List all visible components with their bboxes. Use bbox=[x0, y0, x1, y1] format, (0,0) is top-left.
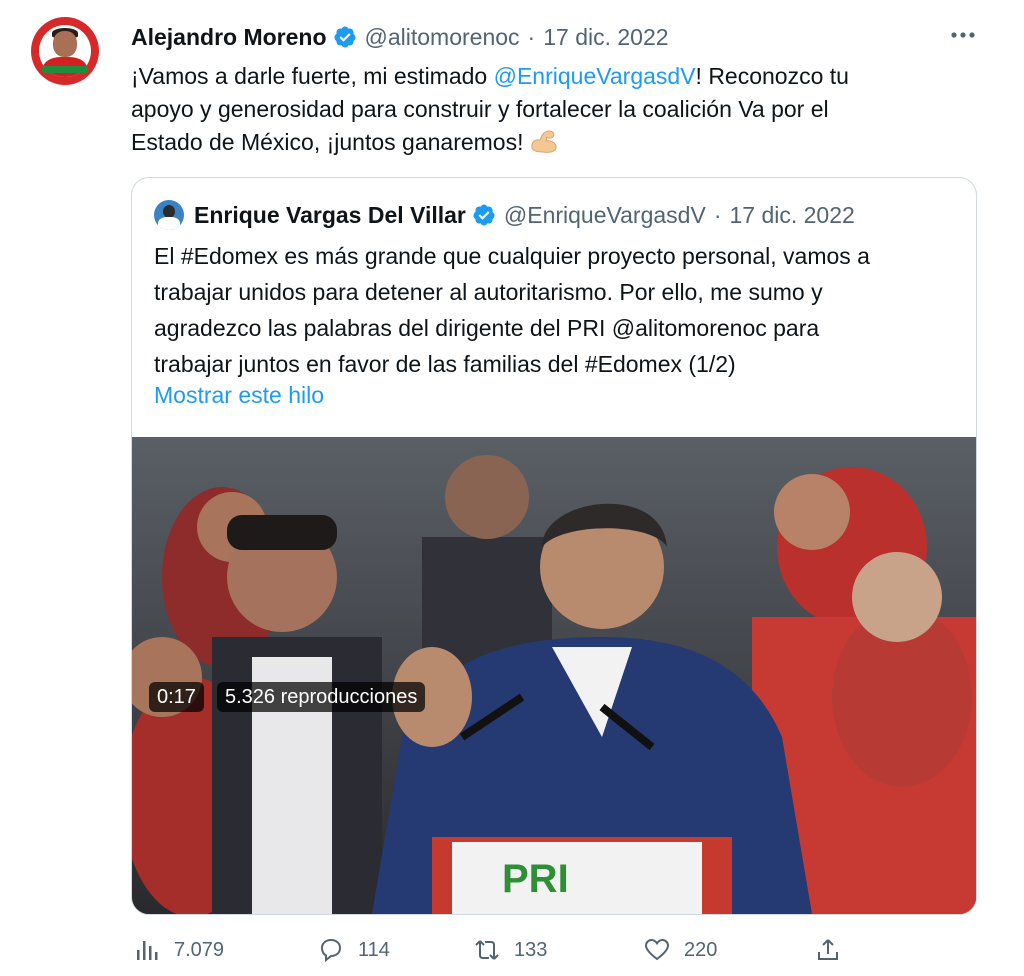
verified-badge-icon bbox=[334, 26, 356, 48]
quoted-text-line: El #Edomex es más grande que cualquier p… bbox=[154, 243, 870, 269]
quoted-tweet-date[interactable]: 17 dic. 2022 bbox=[729, 202, 854, 229]
analytics-icon bbox=[137, 941, 158, 960]
more-icon bbox=[951, 32, 975, 38]
video-player[interactable]: PRI bbox=[132, 437, 976, 914]
show-thread-link[interactable]: Mostrar este hilo bbox=[154, 382, 324, 409]
quoted-tweet-text: El #Edomex es más grande que cualquier p… bbox=[154, 238, 954, 382]
tweet-date[interactable]: 17 dic. 2022 bbox=[543, 24, 668, 51]
views-count: 7.079 bbox=[174, 938, 225, 961]
author-name[interactable]: Alejandro Moreno bbox=[131, 24, 327, 51]
quoted-author-handle[interactable]: @EnriqueVargasdV bbox=[504, 202, 706, 229]
share-icon bbox=[818, 939, 838, 960]
quoted-verified-badge-icon bbox=[473, 204, 495, 226]
tweet-header: Alejandro Moreno @alitomorenoc · 17 dic.… bbox=[131, 22, 669, 52]
reply-count: 114 bbox=[358, 938, 390, 961]
video-thumbnail: PRI bbox=[132, 437, 976, 914]
quoted-text-line: trabajar juntos en favor de las familias… bbox=[154, 351, 736, 377]
mention-link[interactable]: @EnriqueVargasdV bbox=[494, 63, 696, 89]
retweet-icon bbox=[475, 940, 499, 960]
author-avatar[interactable] bbox=[31, 17, 99, 85]
views-button[interactable]: 7.079 bbox=[134, 933, 224, 967]
tweet[interactable]: Alejandro Moreno @alitomorenoc · 17 dic.… bbox=[0, 0, 1024, 976]
tweet-text-line-2: apoyo y generosidad para construir y for… bbox=[131, 96, 829, 122]
quoted-author-name[interactable]: Enrique Vargas Del Villar bbox=[194, 202, 466, 229]
video-views-badge: 5.326 reproducciones bbox=[217, 682, 426, 712]
video-time-badge: 0:17 bbox=[149, 682, 204, 712]
retweet-button[interactable]: 133 bbox=[474, 933, 547, 967]
more-options-button[interactable] bbox=[946, 22, 980, 48]
quoted-header-separator: · bbox=[713, 201, 722, 228]
header-separator: · bbox=[527, 23, 536, 50]
quoted-text-line: agradezco las palabras del dirigente del… bbox=[154, 315, 820, 341]
quoted-tweet-header: Enrique Vargas Del Villar @EnriqueVargas… bbox=[194, 200, 855, 230]
tweet-actions: 7.079 114 133 220 bbox=[0, 933, 1024, 967]
like-button[interactable]: 220 bbox=[644, 933, 717, 967]
heart-icon bbox=[644, 938, 670, 961]
quoted-author-avatar[interactable] bbox=[154, 200, 184, 230]
share-button[interactable] bbox=[815, 933, 841, 967]
like-count: 220 bbox=[684, 938, 718, 961]
tweet-text-line-1: ¡Vamos a darle fuerte, mi estimado @Enri… bbox=[131, 63, 849, 89]
author-handle[interactable]: @alitomorenoc bbox=[365, 24, 520, 51]
retweet-count: 133 bbox=[514, 938, 548, 961]
podium-logo-text: PRI bbox=[502, 857, 569, 901]
reply-icon bbox=[320, 938, 342, 963]
quoted-tweet[interactable]: Enrique Vargas Del Villar @EnriqueVargas… bbox=[131, 177, 977, 915]
tweet-text-line-3: Estado de México, ¡juntos ganaremos! bbox=[131, 126, 991, 159]
reply-button[interactable]: 114 bbox=[318, 933, 390, 967]
quoted-text-line: trabajar unidos para detener al autorita… bbox=[154, 279, 823, 305]
avatar-banner bbox=[42, 66, 88, 73]
flexed-biceps-icon bbox=[531, 130, 558, 153]
tweet-text: ¡Vamos a darle fuerte, mi estimado @Enri… bbox=[131, 60, 991, 159]
